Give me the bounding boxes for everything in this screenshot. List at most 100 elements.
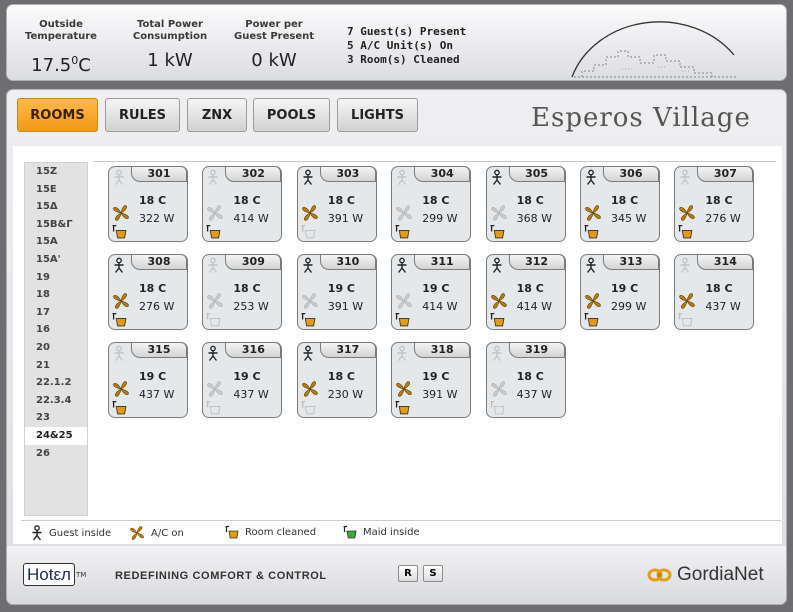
room-card[interactable]: 303 18 C 391 W	[296, 166, 377, 242]
room-card[interactable]: 309 18 C 253 W	[202, 254, 283, 331]
hotel-logo-text: Hotεл	[23, 563, 75, 586]
guest-icon	[492, 257, 502, 273]
building-item[interactable]: 15A'	[25, 251, 87, 269]
legend-ac: A/C on	[129, 525, 184, 541]
room-card[interactable]: 318 19 C 391 W	[391, 342, 472, 418]
room-number: 314	[697, 254, 754, 270]
building-item[interactable]: 21	[25, 357, 87, 375]
room-guest-indicator	[207, 169, 219, 190]
room-card[interactable]: 313 19 C 299 W	[580, 254, 660, 330]
room-card[interactable]: 314 18 C 437 W	[674, 254, 755, 331]
tab-pools[interactable]: POOLS	[253, 98, 330, 132]
fan-icon	[396, 293, 412, 309]
fan-icon	[490, 381, 507, 397]
room-power: 345 W	[611, 212, 647, 225]
room-number: 307	[697, 166, 754, 182]
room-guest-indicator	[679, 169, 691, 190]
bucket-icon	[584, 224, 599, 239]
building-item[interactable]: 24&25	[25, 426, 87, 445]
room-card[interactable]: 304 18 C 299 W	[391, 166, 472, 242]
total-power-label-2: Consumption	[132, 31, 208, 42]
tab-rules[interactable]: RULES	[105, 98, 180, 132]
room-cleaned-indicator	[678, 312, 693, 331]
room-power: 391 W	[422, 388, 458, 401]
room-cleaned-indicator	[678, 224, 693, 243]
building-item[interactable]: 15B&Γ	[25, 216, 87, 234]
building-item[interactable]: 22.1.2	[25, 374, 87, 392]
room-card[interactable]: 308 18 C 276 W	[108, 254, 188, 330]
fan-icon	[130, 526, 144, 540]
room-card[interactable]: 305 18 C 368 W	[485, 166, 566, 243]
building-item[interactable]: 15Δ	[25, 198, 87, 216]
building-item[interactable]: 22.3.4	[25, 392, 87, 410]
room-card[interactable]: 315 19 C 437 W	[108, 342, 188, 418]
room-cleaned-indicator	[206, 400, 221, 419]
room-ac-indicator	[490, 204, 508, 226]
building-item[interactable]: 15Z	[25, 163, 87, 181]
legend-ac-label: A/C on	[151, 527, 184, 539]
building-item[interactable]: 19	[25, 269, 87, 287]
room-card[interactable]: 311 19 C 414 W	[391, 254, 472, 330]
bucket-icon	[678, 224, 693, 239]
guest-icon	[114, 169, 124, 185]
room-card[interactable]: 317 18 C 230 W	[296, 342, 377, 419]
total-power-label-1: Total Power	[137, 19, 203, 30]
room-number: 319	[508, 342, 565, 358]
room-temperature: 18 C	[611, 194, 639, 207]
room-power: 414 W	[516, 300, 552, 313]
tab-lights[interactable]: LIGHTS	[337, 98, 418, 132]
room-cleaned-indicator	[112, 400, 127, 419]
bucket-icon	[584, 312, 599, 327]
room-card[interactable]: 307 18 C 276 W	[674, 166, 755, 243]
building-item[interactable]: 23	[25, 409, 87, 427]
building-item[interactable]: 26	[25, 445, 87, 463]
room-power: 437 W	[139, 388, 175, 401]
building-item[interactable]: 17	[25, 304, 87, 322]
cleaned-count: 3 Room(s) Cleaned	[347, 53, 460, 66]
room-card[interactable]: 312 18 C 414 W	[485, 254, 566, 330]
fan-icon	[585, 205, 601, 221]
tab-znx[interactable]: ZNX	[187, 98, 247, 132]
room-ac-indicator	[206, 204, 224, 226]
room-power: 276 W	[139, 300, 175, 313]
room-card[interactable]: 301 18 C 322 W	[108, 166, 188, 242]
s-button[interactable]: S	[423, 565, 443, 582]
room-ac-indicator	[584, 204, 602, 226]
bucket-icon	[301, 224, 316, 239]
room-cleaned-indicator	[301, 400, 316, 419]
room-number: 317	[319, 342, 376, 358]
room-power: 276 W	[705, 212, 741, 225]
legend-maid-label: Maid inside	[363, 526, 420, 538]
room-cleaned-indicator	[490, 224, 505, 243]
guest-icon	[492, 169, 502, 185]
building-item[interactable]: 18	[25, 286, 87, 304]
room-guest-indicator	[396, 345, 408, 366]
building-item[interactable]: 16	[25, 321, 87, 339]
tab-rooms[interactable]: ROOMS	[17, 98, 98, 132]
building-item[interactable]: 20	[25, 339, 87, 357]
room-cleaned-indicator	[206, 312, 221, 331]
room-card[interactable]: 302 18 C 414 W	[202, 166, 283, 242]
room-card[interactable]: 310 19 C 391 W	[296, 254, 377, 330]
room-cleaned-indicator	[112, 312, 127, 331]
room-power: 299 W	[611, 300, 647, 313]
room-temperature: 19 C	[422, 282, 450, 295]
outside-temp-value: 17.50C	[31, 54, 91, 76]
guest-icon	[303, 257, 313, 273]
room-ac-indicator	[206, 380, 224, 402]
guest-icon	[397, 345, 407, 361]
building-item[interactable]: 15E	[25, 181, 87, 199]
building-item[interactable]: 15A	[25, 233, 87, 251]
room-temperature: 18 C	[705, 282, 733, 295]
rooms-view: 15Z 15E 15Δ 15B&Γ 15A 15A' 19 18 17 16 20 21 22.1.2 2…	[13, 146, 782, 544]
guest-icon	[680, 257, 690, 273]
r-button[interactable]: R	[398, 565, 418, 582]
room-card[interactable]: 306 18 C 345 W	[580, 166, 660, 242]
room-temperature: 19 C	[611, 282, 639, 295]
room-card[interactable]: 316 19 C 437 W	[202, 342, 283, 419]
room-card[interactable]: 319 18 C 437 W	[485, 342, 566, 418]
room-temperature: 19 C	[327, 282, 356, 295]
fan-icon	[113, 205, 129, 221]
room-guest-indicator	[491, 169, 503, 190]
fan-icon	[302, 381, 318, 397]
